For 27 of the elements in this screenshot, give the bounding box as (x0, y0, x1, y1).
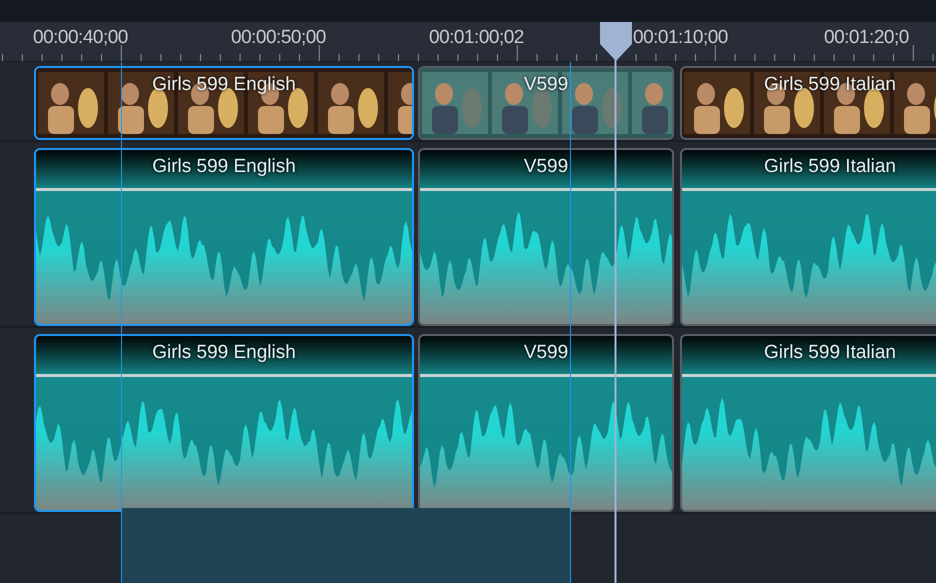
playhead[interactable] (599, 22, 633, 583)
timecode-label: 00:01:00;02 (429, 26, 524, 50)
clip-title: Girls 599 Italian (762, 73, 897, 97)
clip-title: V599 (522, 155, 570, 179)
timecode-label: 00:00:40;00 (33, 26, 128, 50)
clip-title: V599 (522, 73, 570, 97)
audio-clip[interactable]: Girls 599 Italian (680, 148, 936, 326)
audio-clip[interactable]: V599 (418, 334, 674, 512)
selection-end-line[interactable] (570, 62, 571, 583)
clip-title: Girls 599 English (151, 341, 297, 365)
selection-start-line[interactable] (121, 62, 122, 583)
video-clip[interactable]: Girls 599 Italian (680, 66, 936, 140)
audio-clip[interactable]: Girls 599 English (34, 148, 414, 326)
clip-title: Girls 599 English (151, 155, 297, 179)
clip-title: V599 (522, 341, 570, 365)
clip-title: Girls 599 Italian (762, 155, 897, 179)
audio-clip[interactable]: Girls 599 English (34, 334, 414, 512)
audio-clip[interactable]: Girls 599 Italian (680, 334, 936, 512)
audio-clip[interactable]: V599 (418, 148, 674, 326)
timecode-label: 00:01:20;0 (824, 26, 909, 50)
clip-title: Girls 599 English (151, 73, 297, 97)
time-ruler[interactable]: 00:00:40;00 00:00:50;00 00:01:00;02 00:01:10;00 00:01:20;0 (0, 22, 936, 62)
clip-title: Girls 599 Italian (762, 341, 897, 365)
timecode-label: 00:01:10;00 (633, 26, 728, 50)
video-clip[interactable]: V599 (418, 66, 674, 140)
timecode-label: 00:00:50;00 (231, 26, 326, 50)
video-clip[interactable]: Girls 599 English (34, 66, 414, 140)
